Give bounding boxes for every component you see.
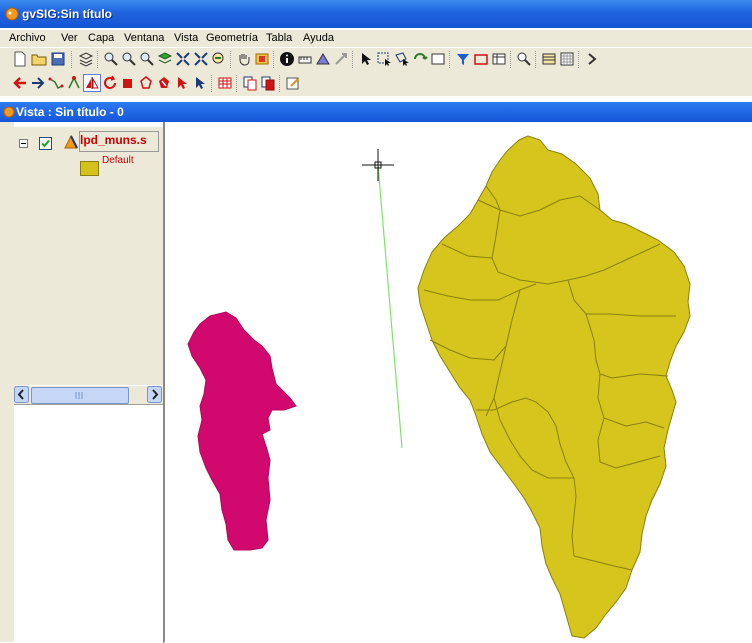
measure-distance-icon[interactable] — [297, 51, 313, 67]
municipality-polygons — [417, 135, 691, 639]
municipality-polygon[interactable] — [417, 135, 691, 639]
clear-selection-icon[interactable] — [430, 51, 446, 67]
map-canvas[interactable] — [165, 122, 752, 642]
select-rectangle-icon[interactable] — [376, 51, 392, 67]
view-icon — [3, 106, 15, 118]
layer-name[interactable]: lpd_muns.s — [80, 133, 147, 147]
table-view-icon[interactable] — [491, 51, 507, 67]
toolbar-separator — [211, 75, 213, 92]
info-icon[interactable] — [279, 51, 295, 67]
find-icon[interactable] — [516, 51, 532, 67]
toolbar-separator — [230, 51, 232, 68]
toolbar-separator — [236, 75, 238, 92]
window-title: gvSIG:Sin título — [22, 7, 112, 21]
attribute-table-icon[interactable] — [217, 75, 233, 91]
scroll-grip-icon — [75, 392, 83, 399]
collapse-icon[interactable] — [19, 139, 28, 148]
scale-tool-icon[interactable] — [120, 75, 136, 91]
rotate-tool-icon[interactable] — [102, 75, 118, 91]
open-folder-icon[interactable] — [31, 51, 47, 67]
toolbar-separator — [449, 51, 451, 68]
measure-line — [377, 164, 403, 449]
scroll-left-icon[interactable] — [14, 386, 29, 403]
window-frame-edge — [0, 122, 14, 642]
scroll-thumb[interactable] — [31, 387, 129, 404]
select-pointer-icon[interactable] — [358, 51, 374, 67]
edition-toolbar — [0, 72, 752, 96]
copy-icon[interactable] — [242, 75, 258, 91]
polyline-tool-icon[interactable] — [48, 75, 64, 91]
zoom-selection-icon[interactable] — [193, 51, 209, 67]
menu-bar: Archivo Ver Capa Ventana Vista Geometría… — [0, 30, 752, 47]
map-drawing — [187, 135, 691, 639]
select-pointer-blue-icon[interactable] — [192, 75, 208, 91]
arrow-right-icon[interactable] — [30, 75, 46, 91]
layers-table-icon[interactable] — [541, 51, 557, 67]
select-pointer-red-icon[interactable] — [174, 75, 190, 91]
menu-geometria[interactable]: Geometría — [206, 32, 258, 44]
gvsig-app-icon — [5, 7, 19, 21]
add-layer-icon[interactable] — [78, 51, 94, 67]
legend-swatch — [80, 161, 99, 176]
zoom-full-icon[interactable] — [175, 51, 191, 67]
zoom-in-icon[interactable] — [103, 51, 119, 67]
zoom-out-icon[interactable] — [121, 51, 137, 67]
layer-visibility-checkbox[interactable] — [39, 137, 52, 150]
selected-polygon[interactable] — [187, 311, 297, 551]
window-title-bar: gvSIG:Sin título — [0, 0, 752, 28]
menu-ventana[interactable]: Ventana — [124, 32, 164, 44]
menu-ver[interactable]: Ver — [61, 32, 78, 44]
edit-properties-icon[interactable] — [285, 75, 301, 91]
zoom-layer-icon[interactable] — [157, 51, 173, 67]
rectangle-tool-icon[interactable] — [473, 51, 489, 67]
menu-tabla[interactable]: Tabla — [266, 32, 292, 44]
toolbar-separator — [535, 51, 537, 68]
grid-icon[interactable] — [559, 51, 575, 67]
toolbar-separator — [279, 75, 281, 92]
toolbar-separator — [352, 51, 354, 68]
vector-layer-icon — [64, 135, 78, 149]
view-window-title-bar: Vista : Sin título - 0 — [0, 102, 752, 122]
new-document-icon[interactable] — [12, 51, 28, 67]
menu-ayuda[interactable]: Ayuda — [303, 32, 334, 44]
symmetry-tool-icon[interactable] — [83, 74, 101, 92]
measure-area-icon[interactable] — [315, 51, 331, 67]
toolbar-separator — [273, 51, 275, 68]
legend-label: Default — [102, 155, 134, 166]
select-by-layer-icon[interactable] — [412, 51, 428, 67]
menu-archivo[interactable]: Archivo — [9, 32, 46, 44]
toolbar-separator — [510, 51, 512, 68]
toolbar-separator — [578, 51, 580, 68]
table-of-contents — [14, 127, 164, 385]
vertex-tool-icon[interactable] — [66, 75, 82, 91]
pan-hand-icon[interactable] — [236, 51, 252, 67]
toolbar-separator — [71, 51, 73, 68]
menu-capa[interactable]: Capa — [88, 32, 114, 44]
toc-horizontal-scrollbar[interactable] — [14, 386, 163, 404]
menu-vista[interactable]: Vista — [174, 32, 198, 44]
zoom-back-icon[interactable] — [211, 51, 227, 67]
filter-icon[interactable] — [455, 51, 471, 67]
arrow-left-icon[interactable] — [12, 75, 28, 91]
delete-shape-icon[interactable] — [156, 75, 172, 91]
main-toolbar — [0, 48, 752, 72]
toolbar-separator — [97, 51, 99, 68]
scroll-right-icon[interactable] — [147, 386, 162, 403]
zoom-previous-icon[interactable] — [139, 51, 155, 67]
locator-map-icon[interactable] — [254, 51, 270, 67]
more-tools-icon[interactable] — [584, 51, 600, 67]
save-icon[interactable] — [50, 51, 66, 67]
hyperlink-icon[interactable] — [333, 51, 349, 67]
view-title: Vista : Sin título - 0 — [16, 105, 124, 119]
crosshair-cursor-icon — [362, 149, 394, 181]
paste-icon[interactable] — [260, 75, 276, 91]
select-polygon-icon[interactable] — [394, 51, 410, 67]
locator-panel — [14, 404, 164, 643]
polygon-tool-icon[interactable] — [138, 75, 154, 91]
